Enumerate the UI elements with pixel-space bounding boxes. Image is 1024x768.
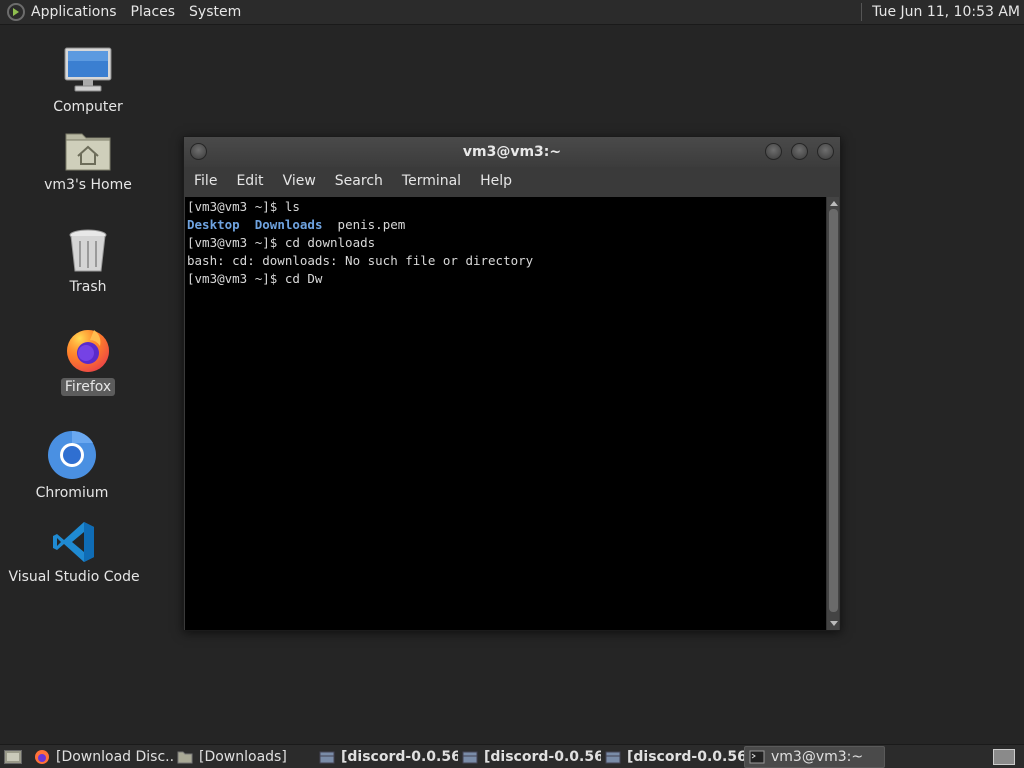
workspace-switcher[interactable] <box>984 746 1024 768</box>
system-menu[interactable]: System <box>189 4 249 20</box>
desktop-icon-label: Chromium <box>35 485 109 501</box>
terminal-line: [vm3@vm3 ~]$ cd downloads <box>187 235 376 250</box>
computer-icon <box>64 47 112 92</box>
terminal-menubar: File Edit View Search Terminal Help <box>184 167 840 195</box>
window-titlebar[interactable]: vm3@vm3:~ <box>184 137 840 167</box>
chromium-icon <box>48 430 96 479</box>
task-firefox[interactable]: [Download Disc... <box>30 746 173 768</box>
desktop-icon-trash[interactable]: Trash <box>28 228 148 296</box>
close-button[interactable] <box>817 143 834 160</box>
applications-menu[interactable]: Applications <box>31 4 125 20</box>
terminal-screen[interactable]: [vm3@vm3 ~]$ ls Desktop Downloads penis.… <box>185 197 827 630</box>
task-discord-3[interactable]: [discord-0.0.56... <box>601 746 744 768</box>
task-label: [Downloads] <box>199 748 287 765</box>
desktop-icon-chromium[interactable]: Chromium <box>12 430 132 502</box>
trash-icon <box>69 229 107 272</box>
terminal-scrollbar[interactable] <box>826 197 839 630</box>
menu-search[interactable]: Search <box>335 173 383 189</box>
desktop-icon-label: Visual Studio Code <box>8 569 140 585</box>
bottom-panel: [Download Disc... [Downloads] [discord-0… <box>0 744 1024 768</box>
desktop-icon-computer[interactable]: Computer <box>28 46 148 116</box>
menu-help[interactable]: Help <box>480 173 512 189</box>
menu-file[interactable]: File <box>194 173 217 189</box>
menu-terminal[interactable]: Terminal <box>402 173 461 189</box>
places-menu[interactable]: Places <box>131 4 184 20</box>
task-label: [Download Disc... <box>56 748 173 765</box>
window-title: vm3@vm3:~ <box>462 144 562 160</box>
top-panel: Applications Places System Tue Jun 11, 1… <box>0 0 1024 25</box>
desktop-icon-label: Trash <box>69 279 107 295</box>
file-entry: penis.pem <box>337 217 406 232</box>
task-terminal[interactable]: vm3@vm3:~ <box>744 745 885 768</box>
desktop-icon-label: Computer <box>53 99 123 115</box>
window-menu-button[interactable] <box>190 143 207 160</box>
package-icon <box>605 751 621 763</box>
desktop-icon-vscode[interactable]: Visual Studio Code <box>8 520 140 586</box>
task-discord-1[interactable]: [discord-0.0.56... <box>315 746 458 768</box>
terminal-icon <box>749 750 765 763</box>
terminal-line: [vm3@vm3 ~]$ cd Dw <box>187 271 323 286</box>
mate-logo-icon[interactable] <box>7 3 25 21</box>
scrollbar-thumb[interactable] <box>829 209 838 612</box>
workspace-icon <box>993 748 1015 765</box>
directory-entry: Downloads <box>254 217 323 232</box>
task-label: [discord-0.0.56... <box>627 748 744 765</box>
desktop-icon-label: vm3's Home <box>44 177 132 193</box>
maximize-button[interactable] <box>791 143 808 160</box>
desktop-icon-label: Firefox <box>60 378 116 396</box>
scroll-up-icon[interactable] <box>830 201 838 206</box>
show-desktop-icon <box>4 749 22 764</box>
panel-separator <box>861 3 863 21</box>
folder-icon <box>177 751 193 763</box>
package-icon <box>319 751 335 763</box>
clock[interactable]: Tue Jun 11, 10:53 AM <box>872 4 1024 20</box>
menu-edit[interactable]: Edit <box>236 173 263 189</box>
menu-view[interactable]: View <box>283 173 316 189</box>
firefox-icon <box>35 749 49 764</box>
task-downloads[interactable]: [Downloads] <box>173 746 315 768</box>
home-folder-icon <box>65 133 111 171</box>
desktop-icon-firefox[interactable]: Firefox <box>28 326 148 396</box>
terminal-line: bash: cd: downloads: No such file or dir… <box>187 253 534 268</box>
scroll-down-icon[interactable] <box>830 621 838 626</box>
task-label: vm3@vm3:~ <box>771 748 864 765</box>
minimize-button[interactable] <box>765 143 782 160</box>
directory-entry: Desktop <box>187 217 240 232</box>
task-label: [discord-0.0.56... <box>484 748 601 765</box>
terminal-line: Desktop Downloads penis.pem <box>187 216 825 234</box>
task-discord-2[interactable]: [discord-0.0.56... <box>458 746 601 768</box>
package-icon <box>462 751 478 763</box>
vscode-icon <box>53 522 94 562</box>
terminal-window[interactable]: vm3@vm3:~ File Edit View Search Terminal… <box>183 136 841 631</box>
task-label: [discord-0.0.56... <box>341 748 458 765</box>
show-desktop-button[interactable] <box>0 746 30 768</box>
firefox-icon <box>67 330 109 372</box>
desktop-icon-home[interactable]: vm3's Home <box>28 128 148 194</box>
terminal-line: [vm3@vm3 ~]$ ls <box>187 199 300 214</box>
